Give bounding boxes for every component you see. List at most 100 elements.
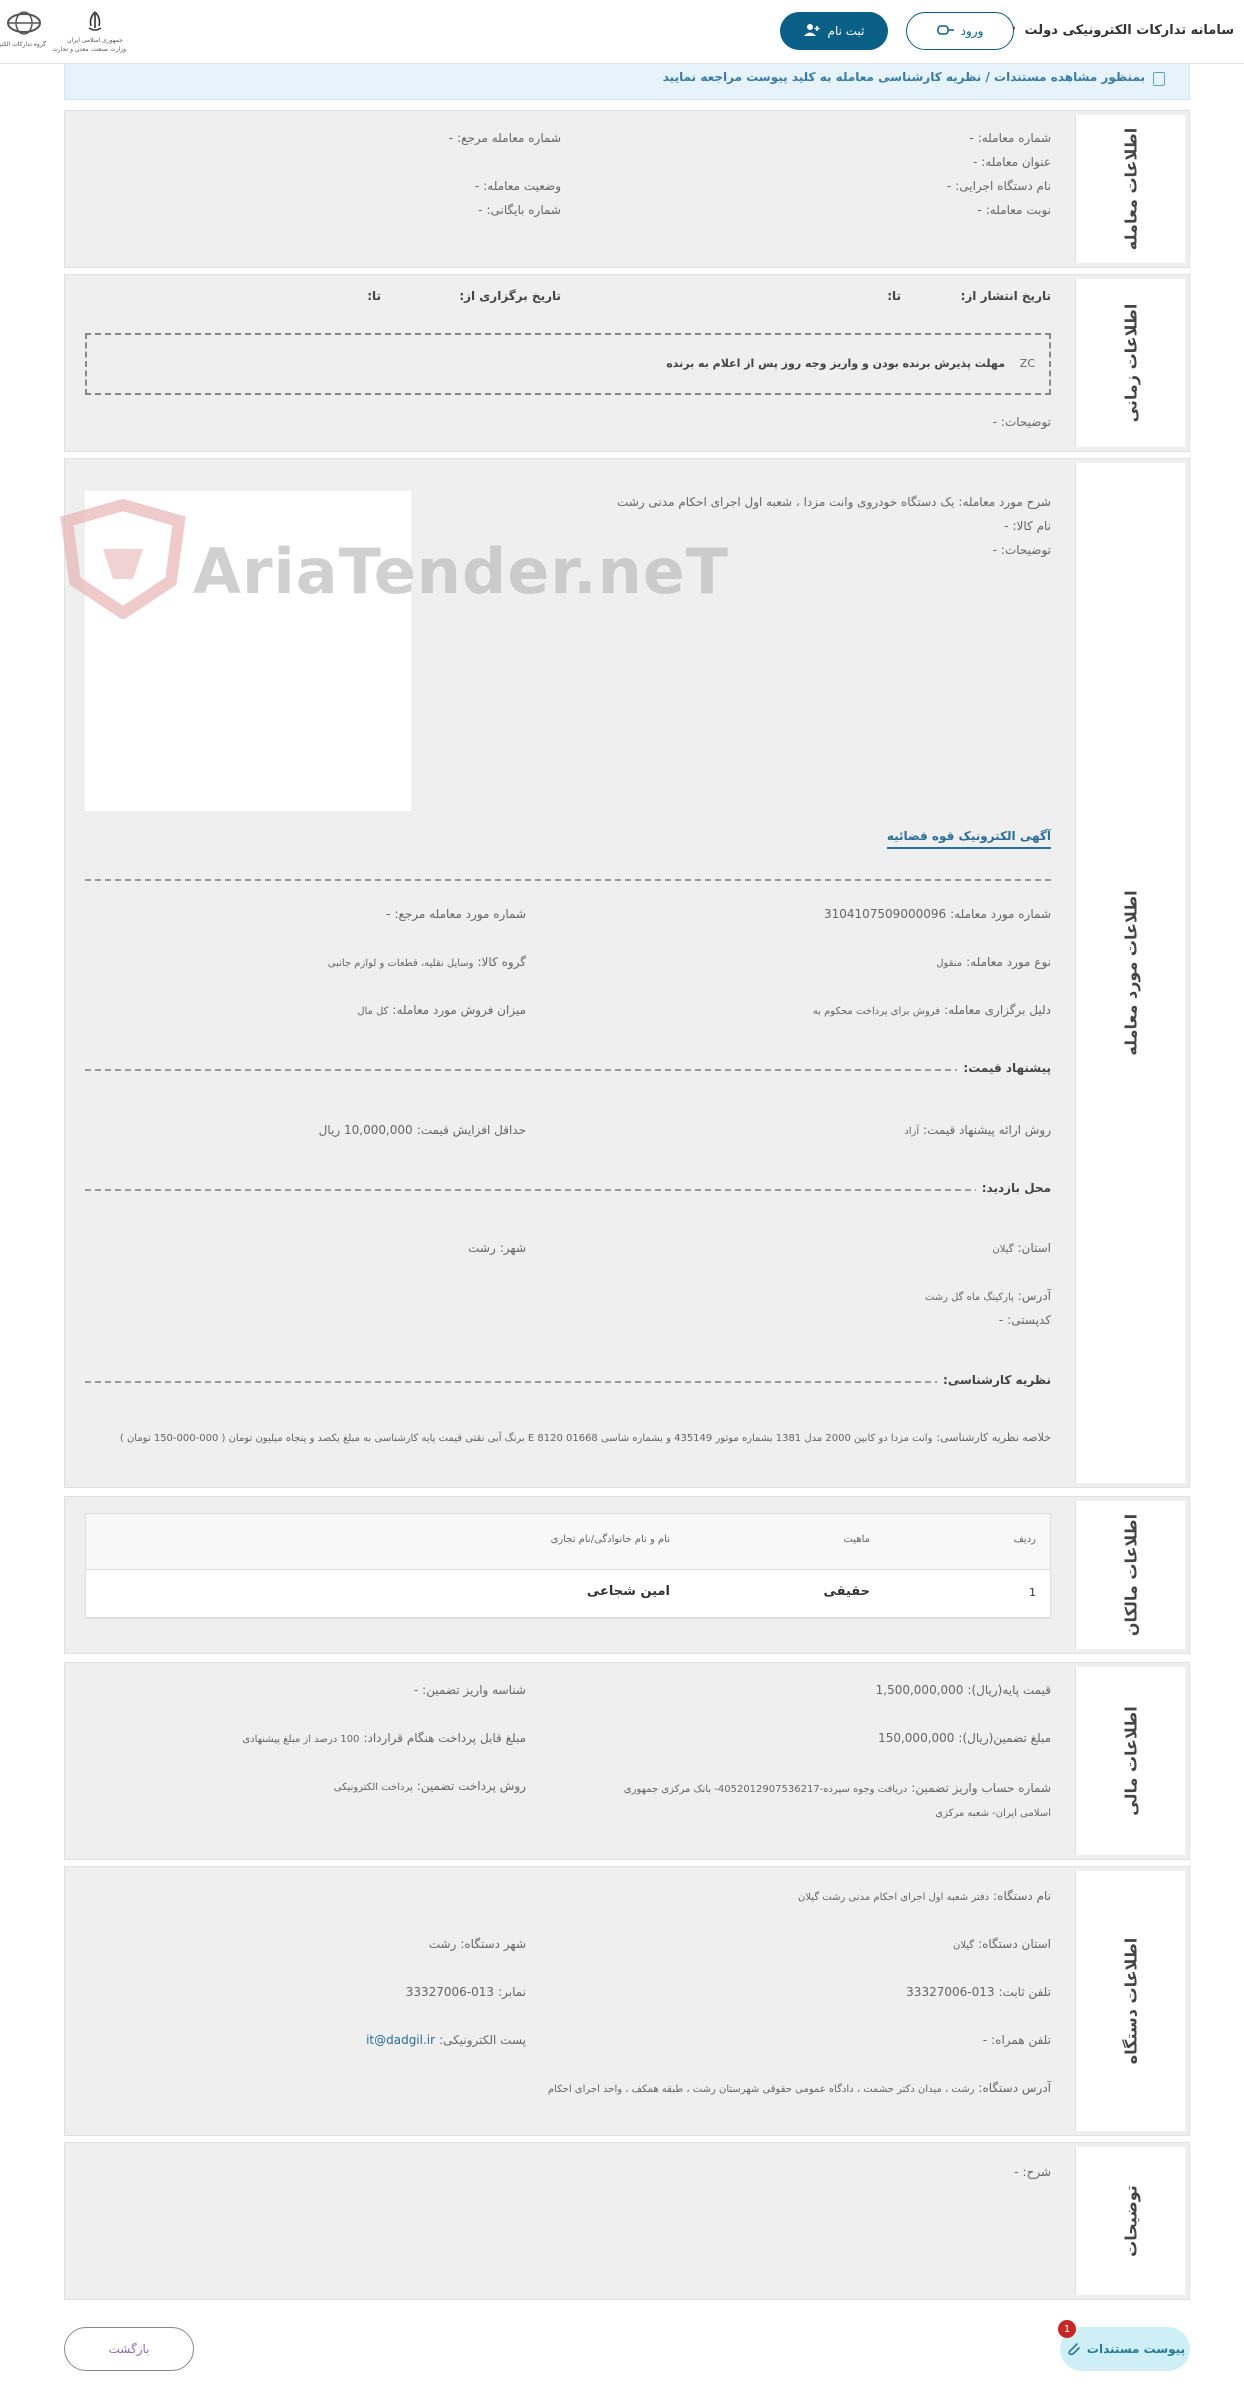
org-address-field: آدرس دستگاه:رشت ، میدان دکتر حشمت ، دادگ… — [547, 2081, 1051, 2095]
notice-text: بمنظور مشاهده مستندات / نظریه کارشناسی م… — [662, 70, 1145, 84]
deal-info-title: اطلاعات معامله — [1121, 127, 1140, 251]
deadline-code: ZC — [1019, 357, 1035, 370]
payable-field: مبلغ قابل پرداخت هنگام قرارداد:100 درصد … — [242, 1731, 526, 1745]
postal-field: کدپستی:- — [998, 1313, 1051, 1327]
executor-field: نام دستگاه اجرایی:- — [946, 179, 1051, 193]
account-field: شماره حساب واریز تضمین:دریافت وجوه سپرده… — [623, 1781, 1051, 1819]
paperclip-icon — [1065, 2340, 1081, 2359]
min-increase-field: حداقل افزایش قیمت:10,000,000 ریال — [318, 1123, 526, 1137]
divider-1 — [85, 879, 1051, 881]
notes-desc-field: شرح:- — [1014, 2165, 1051, 2179]
finance-section: اطلاعات مالی قیمت پایه(ریال):1,500,000,0… — [64, 1662, 1190, 1860]
login-button[interactable]: ورود — [906, 12, 1014, 50]
publish-to-field: تا: — [887, 289, 901, 303]
notes-title: توضیحات — [1121, 2185, 1140, 2257]
time-info-section: اطلاعات زمانی تاریخ انتشار از: تا: تاریخ… — [64, 274, 1190, 452]
owners-title: اطلاعات مالکان — [1121, 1513, 1140, 1637]
notes-section: توضیحات شرح:- — [64, 2142, 1190, 2300]
time-desc-field: توضیحات:- — [992, 415, 1051, 429]
document-icon — [1153, 72, 1165, 86]
time-info-title: اطلاعات زمانی — [1121, 303, 1140, 423]
org-name-field: نام دستگاه:دفتر شعبه اول اجرای احکام مدن… — [798, 1889, 1051, 1903]
deal-number-field: شماره معامله:- — [969, 131, 1051, 145]
item-desc-field: شرح مورد معامله:یک دستگاه خودروی وانت مز… — [616, 495, 1051, 509]
publish-from-field: تاریخ انتشار از: — [960, 289, 1051, 303]
notes-side: توضیحات — [1075, 2147, 1185, 2295]
item-ref-field: شماره مورد معامله مرجع:- — [386, 907, 526, 921]
held-to-field: تا: — [367, 289, 381, 303]
col-nature: ماهیت — [843, 1534, 870, 1545]
site-title: سامانه تدارکات الکترونیکی دولت — [1024, 22, 1234, 38]
item-type-field: نوع مورد معامله:منقول — [936, 955, 1051, 969]
deal-info-section: اطلاعات معامله شماره معامله:- شماره معام… — [64, 110, 1190, 268]
goods-group-field: گروه کالا:وسایل نقلیه، قطعات و لوازم جان… — [327, 955, 526, 969]
turn-field: نوبت معامله:- — [977, 203, 1051, 217]
back-button[interactable]: بازگشت — [64, 2327, 194, 2371]
item-info-side: اطلاعات مورد معامله — [1075, 463, 1185, 1483]
owners-table-header: ردیف ماهیت نام و نام خانوادگی/نام تجاری — [86, 1514, 1050, 1570]
owners-table: ردیف ماهیت نام و نام خانوادگی/نام تجاری … — [85, 1513, 1051, 1619]
owner-nature: حقیقی — [823, 1584, 870, 1599]
iran-emblem-icon — [88, 11, 102, 31]
deposit-id-field: شناسه واریز تضمین:- — [413, 1683, 526, 1697]
item-info-title: اطلاعات مورد معامله — [1121, 890, 1140, 1056]
province-field: استان:گیلان — [992, 1241, 1051, 1255]
attachments-count-badge: 1 — [1058, 2320, 1076, 2338]
add-user-icon — [803, 23, 820, 40]
owners-side: اطلاعات مالکان — [1075, 1501, 1185, 1649]
item-notes-field: توضیحات:- — [992, 543, 1051, 557]
egov-logo: گروه تدارکات الکترونیکی — [0, 10, 46, 56]
item-info-section: اطلاعات مورد معامله شرح مورد معامله:یک د… — [60, 458, 1190, 1488]
col-row: ردیف — [1013, 1534, 1036, 1545]
org-section: اطلاعات دستگاه نام دستگاه:دفتر شعبه اول … — [64, 1866, 1190, 2136]
share-field: میزان فروش مورد معامله:کل مال — [357, 1003, 526, 1017]
register-label: ثبت نام — [827, 24, 865, 38]
org-phone-field: تلفن ثابت:013-33327006 — [906, 1985, 1051, 1999]
org-fax-field: نمابر:013-33327006 — [405, 1985, 526, 1999]
divider-expert — [85, 1381, 1051, 1383]
owner-name: امین شجاعی — [586, 1584, 670, 1599]
attach-label: پیوست مستندات — [1086, 2342, 1186, 2356]
pay-method-field: روش پرداخت تضمین:پرداخت الکترونیکی — [333, 1779, 526, 1793]
owners-section: اطلاعات مالکان ردیف ماهیت نام و نام خانو… — [64, 1496, 1190, 1654]
back-label: بازگشت — [108, 2342, 150, 2356]
price-method-field: روش ارائه پیشنهاد قیمت:آزاد — [904, 1123, 1051, 1137]
col-name: نام و نام خانوادگی/نام تجاری — [550, 1534, 670, 1545]
deadline-text: مهلت پذیرش برنده بودن و واریز وجه روز پس… — [666, 357, 1005, 370]
expert-heading: نظریه کارشناسی: — [937, 1373, 1051, 1387]
owner-row-number: 1 — [1029, 1586, 1036, 1599]
visit-heading: محل بازدید: — [975, 1181, 1051, 1195]
guarantee-field: مبلغ تضمین(ریال):150,000,000 — [878, 1731, 1051, 1745]
held-from-field: تاریخ برگزاری از: — [459, 289, 561, 303]
attachments-button[interactable]: پیوست مستندات — [1060, 2327, 1190, 2371]
item-number-field: شماره مورد معامله:3104107509000096 — [823, 907, 1051, 921]
globe-logo-icon — [7, 11, 41, 35]
table-row[interactable]: 1 حقیقی امین شجاعی — [86, 1570, 1050, 1618]
org-email-field[interactable]: پست الکترونیکی:it@dadgil.ir — [366, 2033, 526, 2047]
divider-price — [85, 1069, 1051, 1071]
deal-title-field: عنوان معامله:- — [972, 155, 1051, 169]
brand[interactable]: سامانه تدارکات الکترونیکی دولت — [977, 12, 1234, 48]
register-button[interactable]: ثبت نام — [780, 12, 888, 50]
org-province-field: استان دستگاه:گیلان — [952, 1937, 1051, 1951]
goods-field: نام کالا:- — [1004, 519, 1051, 533]
address-field: آدرس:پارکینگ ماه گل رشت — [924, 1289, 1051, 1303]
org-title: اطلاعات دستگاه — [1121, 1937, 1140, 2065]
attachments-notice: بمنظور مشاهده مستندات / نظریه کارشناسی م… — [64, 64, 1190, 100]
judiciary-ad-link[interactable]: آگهی الکترونیک قوه قضائیه — [886, 829, 1051, 849]
reason-field: دلیل برگزاری معامله:فروش برای پرداخت محک… — [812, 1003, 1051, 1017]
deadline-box: ZC مهلت پذیرش برنده بودن و واریز وجه روز… — [85, 333, 1051, 395]
finance-title: اطلاعات مالی — [1121, 1706, 1140, 1816]
item-image[interactable] — [85, 491, 411, 811]
login-label: ورود — [960, 24, 984, 38]
org-side: اطلاعات دستگاه — [1075, 1871, 1185, 2131]
city-field: شهر:رشت — [468, 1241, 526, 1255]
archive-field: شماره بایگانی:- — [478, 203, 561, 217]
header: سامانه تدارکات الکترونیکی دولت ورود ثبت … — [0, 0, 1244, 64]
finance-side: اطلاعات مالی — [1075, 1667, 1185, 1855]
ministry-caption-top: جمهوری اسلامی ایران — [67, 37, 123, 44]
expert-summary-field: خلاصه نظریه کارشناسی:وانت مزدا دو کابین … — [119, 1431, 1051, 1444]
ministry-logo: جمهوری اسلامی ایران وزارت صنعت، معدن و ت… — [52, 10, 126, 56]
login-icon — [936, 23, 955, 40]
price-heading: پیشنهاد قیمت: — [957, 1061, 1051, 1075]
